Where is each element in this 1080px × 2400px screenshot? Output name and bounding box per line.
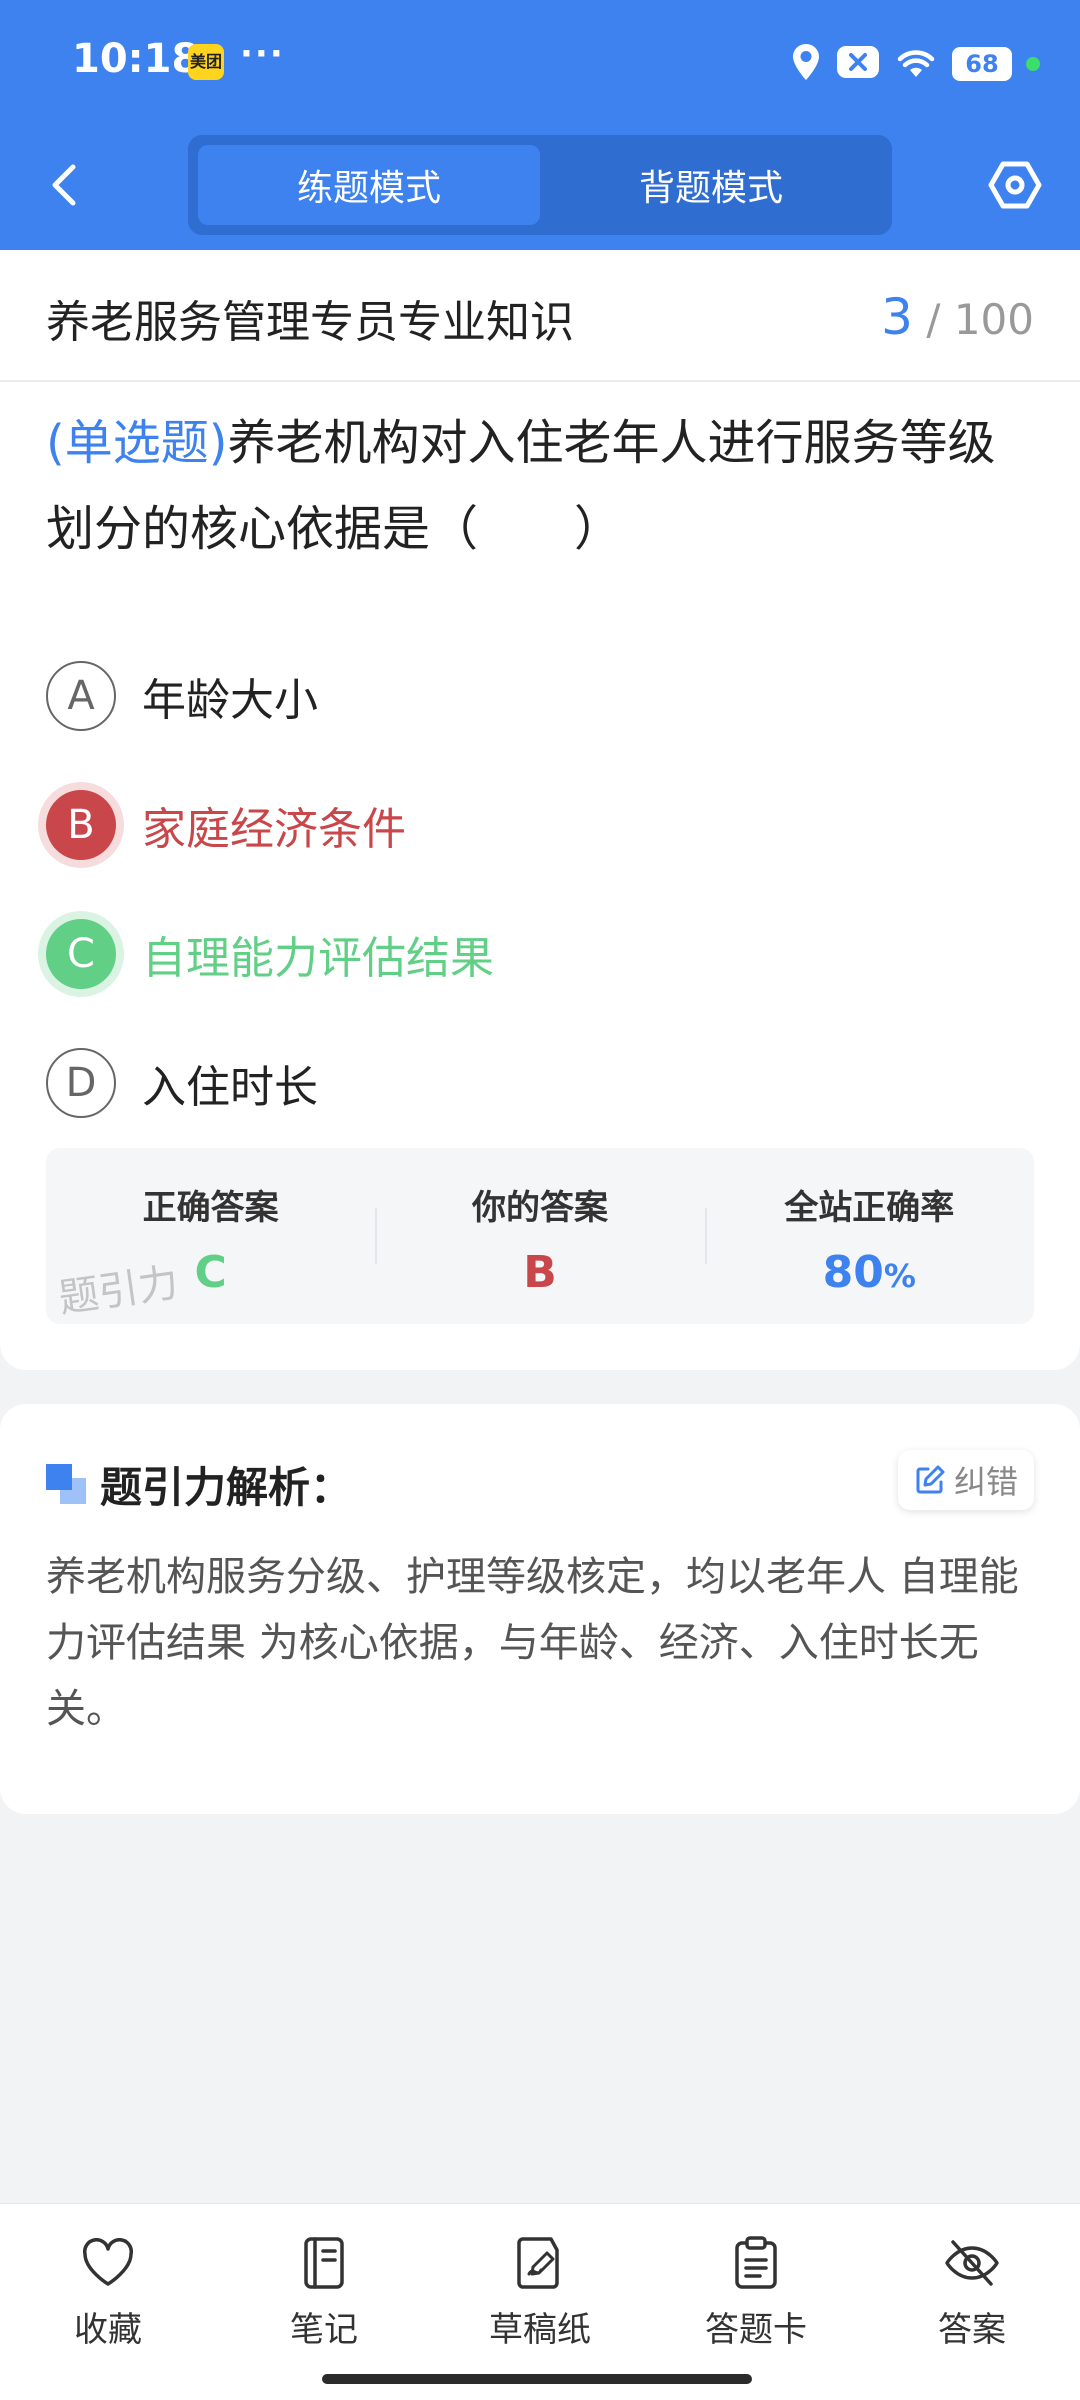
analysis-title: 题引力解析： (100, 1462, 353, 1512)
question-stem: (单选题)养老机构对入住老年人进行服务等级划分的核心依据是（ ） (46, 400, 1036, 572)
no-sim-icon (836, 45, 880, 83)
toggle-answer-button[interactable]: 答案 (864, 2204, 1080, 2400)
clipboard-icon (727, 2234, 785, 2292)
question-card: 养老服务管理专员专业知识 3 / 100 (单选题)养老机构对入住老年人进行服务… (0, 250, 1080, 1370)
toggle-answer-label: 答案 (938, 2310, 1006, 2350)
meituan-notification-icon: 美团 (188, 44, 224, 80)
bottom-toolbar: 收藏 笔记 草稿纸 答题卡 答案 (0, 2203, 1080, 2400)
tab-practice-mode[interactable]: 练题模式 (198, 145, 540, 225)
accuracy-value: 80% (705, 1247, 1034, 1298)
answer-sheet-button[interactable]: 答题卡 (648, 2204, 864, 2400)
option-text: 入住时长 (142, 1062, 318, 1113)
edit-icon (916, 1465, 945, 1494)
option-text: 家庭经济条件 (142, 804, 406, 855)
tab-memorize-mode[interactable]: 背题模式 (540, 145, 882, 225)
back-button[interactable] (36, 150, 92, 220)
accuracy-unit: % (883, 1257, 916, 1295)
home-indicator[interactable] (322, 2374, 752, 2384)
draft-paper-button[interactable]: 草稿纸 (432, 2204, 648, 2400)
status-icons: 68 (790, 40, 1040, 88)
report-error-button[interactable]: 纠错 (898, 1450, 1034, 1510)
subject-row: 养老服务管理专员专业知识 3 / 100 (0, 250, 1080, 382)
more-notifications-icon: ··· (240, 34, 285, 74)
analysis-header: 题引力解析： (46, 1454, 352, 1514)
settings-button[interactable] (980, 150, 1050, 220)
analysis-card: 题引力解析： 纠错 养老机构服务分级、护理等级核定，均以老年人 自理能力评估结果… (0, 1404, 1080, 1814)
option-text: 年龄大小 (142, 675, 318, 726)
report-error-label: 纠错 (953, 1463, 1018, 1501)
analysis-text: 养老机构服务分级、护理等级核定，均以老年人 自理能力评估结果 为核心依据，与年龄… (46, 1554, 1019, 1732)
app-header: 10:18 美团 ··· 68 练题模式 背题模式 (0, 0, 1080, 250)
heart-icon (79, 2234, 137, 2292)
option-d[interactable]: D 入住时长 (46, 1043, 946, 1123)
option-a[interactable]: A 年龄大小 (46, 656, 946, 736)
privacy-indicator (1026, 57, 1040, 71)
favorite-button[interactable]: 收藏 (0, 2204, 216, 2400)
notes-label: 笔记 (290, 2310, 358, 2350)
your-answer-value: B (523, 1247, 557, 1298)
draft-paper-label: 草稿纸 (489, 2310, 591, 2350)
mode-switch: 练题模式 背题模式 (188, 135, 892, 235)
option-letter: D (46, 1048, 116, 1118)
location-icon (790, 42, 822, 86)
notebook-icon (295, 2234, 353, 2292)
option-letter: C (46, 919, 116, 989)
question-type: (单选题) (46, 415, 228, 471)
correct-answer-block: 正确答案 C 题引力 (46, 1148, 375, 1324)
option-c[interactable]: C 自理能力评估结果 (46, 914, 946, 994)
your-answer-block: 你的答案 B (375, 1148, 704, 1324)
draft-icon (511, 2234, 569, 2292)
accuracy-number: 80 (822, 1247, 884, 1298)
progress-separator: / (926, 295, 941, 344)
accuracy-block: 全站正确率 80% (704, 1148, 1034, 1324)
settings-hexagon-icon (988, 161, 1042, 209)
option-b[interactable]: B 家庭经济条件 (46, 785, 946, 865)
subject-title: 养老服务管理专员专业知识 (46, 297, 574, 348)
answer-sheet-label: 答题卡 (705, 2310, 807, 2350)
accuracy-label: 全站正确率 (784, 1188, 955, 1228)
favorite-label: 收藏 (74, 2310, 142, 2350)
total-questions: 100 (953, 295, 1034, 344)
status-bar: 10:18 美团 ··· 68 (0, 0, 1080, 125)
your-answer-label: 你的答案 (471, 1188, 608, 1228)
battery-icon: 68 (952, 47, 1012, 81)
analysis-squares-icon (46, 1464, 86, 1504)
chevron-left-icon (52, 164, 76, 206)
answer-summary: 正确答案 C 题引力 你的答案 B 全站正确率 80% (46, 1148, 1034, 1324)
wifi-icon (894, 45, 938, 83)
question-progress: 3 / 100 (881, 288, 1034, 346)
status-time: 10:18 (72, 36, 200, 82)
eye-off-icon (943, 2234, 1001, 2292)
option-letter: A (46, 661, 116, 731)
option-text: 自理能力评估结果 (142, 933, 494, 984)
notes-button[interactable]: 笔记 (216, 2204, 432, 2400)
current-question-number: 3 (881, 288, 913, 346)
option-letter: B (46, 790, 116, 860)
correct-answer-label: 正确答案 (142, 1188, 279, 1228)
